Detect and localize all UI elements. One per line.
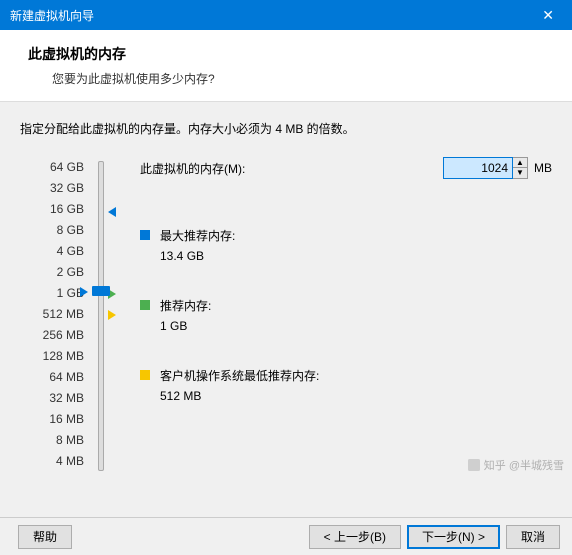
wizard-footer: 帮助 < 上一步(B) 下一步(N) > 取消 (0, 517, 572, 555)
page-title: 此虚拟机的内存 (28, 44, 552, 64)
square-blue-icon (140, 230, 150, 240)
close-icon[interactable]: ✕ (534, 7, 562, 24)
scale-label: 16 MB (20, 409, 90, 430)
square-yellow-icon (140, 370, 150, 380)
scale-label: 256 MB (20, 325, 90, 346)
legend-min-value: 512 MB (160, 387, 319, 405)
scale-label: 4 MB (20, 451, 90, 472)
scale-label: 64 MB (20, 367, 90, 388)
legend-max: 最大推荐内存: 13.4 GB (140, 227, 235, 265)
slider-pointer-icon (80, 287, 88, 297)
memory-unit: MB (534, 161, 552, 175)
memory-slider[interactable] (90, 157, 130, 472)
scale-label: 32 MB (20, 388, 90, 409)
max-marker-icon (108, 207, 116, 217)
instruction-text: 指定分配给此虚拟机的内存量。内存大小必须为 4 MB 的倍数。 (20, 120, 552, 137)
memory-scale: 64 GB 32 GB 16 GB 8 GB 4 GB 2 GB 1 GB 51… (20, 157, 90, 472)
scale-label: 64 GB (20, 157, 90, 178)
scale-label: 32 GB (20, 178, 90, 199)
legend-min-label: 客户机操作系统最低推荐内存: (160, 367, 319, 385)
memory-info: 此虚拟机的内存(M): ▲ ▼ MB 最大推荐内存: 13.4 GB (130, 157, 552, 472)
memory-field-label: 此虚拟机的内存(M): (140, 160, 245, 177)
legend-max-value: 13.4 GB (160, 247, 235, 265)
spinner-down-icon[interactable]: ▼ (513, 168, 527, 178)
scale-label: 128 MB (20, 346, 90, 367)
memory-spinner[interactable]: ▲ ▼ (513, 157, 528, 179)
scale-label: 16 GB (20, 199, 90, 220)
min-marker-icon (108, 310, 116, 320)
legend-min: 客户机操作系统最低推荐内存: 512 MB (140, 367, 319, 405)
window-title: 新建虚拟机向导 (10, 7, 94, 24)
legend-rec-label: 推荐内存: (160, 297, 211, 315)
wizard-header: 此虚拟机的内存 您要为此虚拟机使用多少内存? (0, 30, 572, 102)
spinner-up-icon[interactable]: ▲ (513, 158, 527, 168)
scale-label: 8 MB (20, 430, 90, 451)
legend-max-label: 最大推荐内存: (160, 227, 235, 245)
square-green-icon (140, 300, 150, 310)
legend-rec-value: 1 GB (160, 317, 211, 335)
legend-recommended: 推荐内存: 1 GB (140, 297, 211, 335)
page-subtitle: 您要为此虚拟机使用多少内存? (28, 70, 552, 87)
slider-thumb[interactable] (92, 286, 110, 296)
scale-label: 8 GB (20, 220, 90, 241)
scale-label: 512 MB (20, 304, 90, 325)
titlebar: 新建虚拟机向导 ✕ (0, 0, 572, 30)
memory-input[interactable] (443, 157, 513, 179)
wizard-body: 指定分配给此虚拟机的内存量。内存大小必须为 4 MB 的倍数。 64 GB 32… (0, 102, 572, 517)
scale-label: 4 GB (20, 241, 90, 262)
scale-label: 2 GB (20, 262, 90, 283)
slider-track[interactable] (98, 161, 104, 471)
